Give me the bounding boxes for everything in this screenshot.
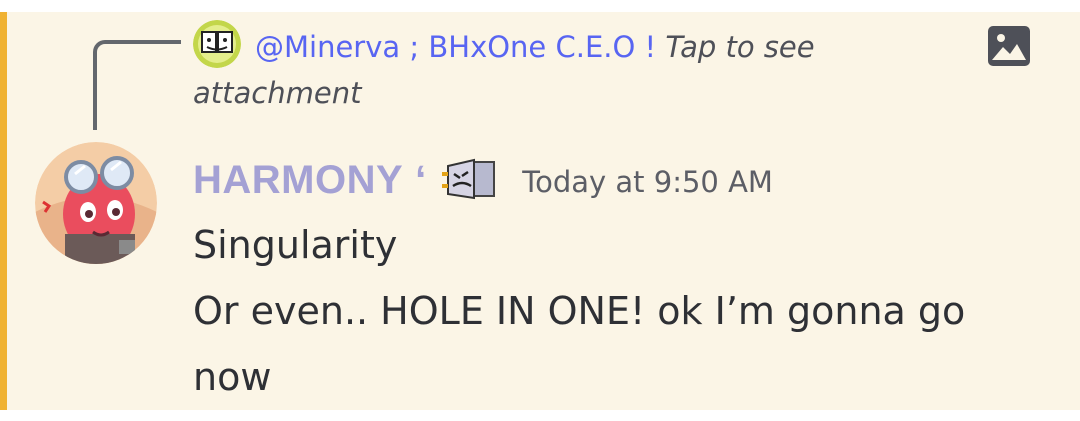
message-header: HARMONY ‘ Today at 9:50 AM	[193, 152, 773, 208]
reply-author[interactable]: @Minerva ; BHxOne C.E.O	[255, 30, 635, 64]
user-avatar[interactable]	[35, 142, 157, 264]
mention-highlight-bar	[0, 12, 7, 410]
username-suffix[interactable]: ‘	[415, 158, 426, 203]
message-content: Singularity Or even.. HOLE IN ONE! ok I’…	[193, 212, 1043, 410]
message-line: Singularity	[193, 223, 398, 267]
message-timestamp: Today at 9:50 AM	[522, 165, 773, 199]
message-container[interactable]: @Minerva ; BHxOne C.E.O ! Tap to see att…	[0, 12, 1080, 410]
username[interactable]: HARMONY	[193, 158, 403, 203]
reply-connector	[93, 40, 181, 130]
reply-preview[interactable]: @Minerva ; BHxOne C.E.O ! Tap to see att…	[193, 24, 933, 116]
message-line: Or even.. HOLE IN ONE! ok I’m gonna go n…	[193, 289, 966, 399]
character-badge-icon[interactable]	[440, 158, 500, 202]
reply-separator: !	[644, 30, 657, 64]
image-attachment-icon[interactable]	[988, 26, 1030, 66]
